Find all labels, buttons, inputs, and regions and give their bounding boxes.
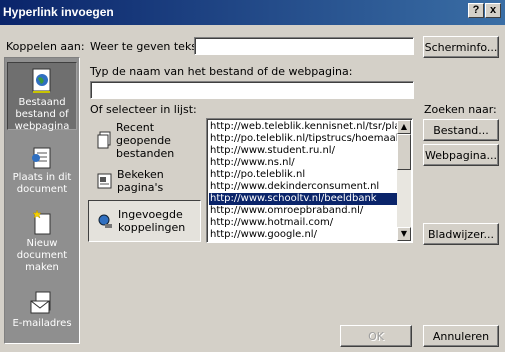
sidebar-item-label: E-mailadres xyxy=(12,318,72,329)
new-document-icon xyxy=(32,209,51,235)
ok-button[interactable]: OK xyxy=(340,325,412,347)
link-to-sidebar: Bestaand bestand of webpagina Plaats in … xyxy=(4,57,80,344)
title-bar[interactable]: Hyperlink invoegen ? x xyxy=(0,0,505,25)
links-scrollbar[interactable]: ▲ ▼ xyxy=(397,120,411,241)
sidebar-item-new-document[interactable]: Nieuw document maken xyxy=(7,208,77,274)
text-to-display-field[interactable] xyxy=(194,37,414,55)
recent-files-icon xyxy=(97,131,111,149)
sidebar-item-existing-file[interactable]: Bestaand bestand of webpagina xyxy=(7,62,77,132)
link-list-item[interactable]: http://www.google.nl/ xyxy=(210,229,398,241)
sidebar-item-place-in-document[interactable]: Plaats in dit document xyxy=(7,146,77,198)
recent-files-button[interactable]: Recent geopende bestanden xyxy=(88,118,201,162)
link-list-item[interactable]: http://web.teleblik.kennisnet.nl/tsr/pla… xyxy=(210,121,398,133)
text-to-display-label: Weer te geven tekst: xyxy=(90,40,206,53)
link-list-item[interactable]: http://www.student.ru.nl/ xyxy=(210,145,398,157)
link-list-item[interactable]: http://po.teleblik.nl xyxy=(210,169,398,181)
bookmark-button[interactable]: Bladwijzer... xyxy=(423,223,499,245)
sidebar-item-email-address[interactable]: E-mailadres xyxy=(7,290,77,340)
close-button[interactable]: x xyxy=(485,3,501,18)
link-list-item[interactable]: http://www.schooltv.nl/beeldbank xyxy=(209,193,398,205)
sidebar-item-label: Bestaand bestand of webpagina xyxy=(14,97,70,132)
link-list-item[interactable]: http://po.teleblik.nl/tipstrucs/hoemaaki… xyxy=(210,133,398,145)
email-icon xyxy=(30,291,51,314)
browse-file-button[interactable]: Bestand... xyxy=(423,119,499,141)
document-place-icon xyxy=(32,147,51,169)
links-listbox[interactable]: http://web.teleblik.kennisnet.nl/tsr/pla… xyxy=(206,118,413,243)
search-for-label: Zoeken naar: xyxy=(424,103,497,116)
select-from-list-label: Of selecteer in lijst: xyxy=(90,103,197,116)
scroll-thumb[interactable] xyxy=(397,134,411,170)
link-list-item[interactable]: http://www.dekinderconsument.nl xyxy=(210,181,398,193)
help-button[interactable]: ? xyxy=(468,3,484,18)
sidebar-item-label: Nieuw document maken xyxy=(16,238,68,273)
address-label: Typ de naam van het bestand of de webpag… xyxy=(90,65,353,78)
link-list-item[interactable]: http://www.omroepbraband.nl/ xyxy=(210,205,398,217)
inserted-links-button[interactable]: Ingevoegde koppelingen xyxy=(88,200,201,242)
link-to-label: Koppelen aan: xyxy=(6,40,85,53)
window-title: Hyperlink invoegen xyxy=(3,5,114,19)
browsed-pages-button[interactable]: Bekeken pagina's xyxy=(88,166,201,196)
address-field[interactable] xyxy=(90,81,414,99)
link-list-item[interactable]: http://www.hotmail.com/ xyxy=(210,217,398,229)
globe-page-icon xyxy=(32,68,51,93)
link-list-item[interactable]: http://www.ns.nl/ xyxy=(210,157,398,169)
sidebar-item-label: Plaats in dit document xyxy=(12,172,72,195)
browsed-pages-icon xyxy=(97,173,112,189)
screentip-button[interactable]: Scherminfo... xyxy=(423,36,499,58)
scroll-down-arrow-icon[interactable]: ▼ xyxy=(397,227,411,241)
inserted-links-icon xyxy=(98,214,112,228)
hyperlink-dialog: Hyperlink invoegen ? x Koppelen aan: Bes… xyxy=(0,0,505,352)
browse-web-button[interactable]: Webpagina... xyxy=(423,144,499,166)
scroll-up-arrow-icon[interactable]: ▲ xyxy=(397,120,411,134)
cancel-button[interactable]: Annuleren xyxy=(423,325,499,347)
